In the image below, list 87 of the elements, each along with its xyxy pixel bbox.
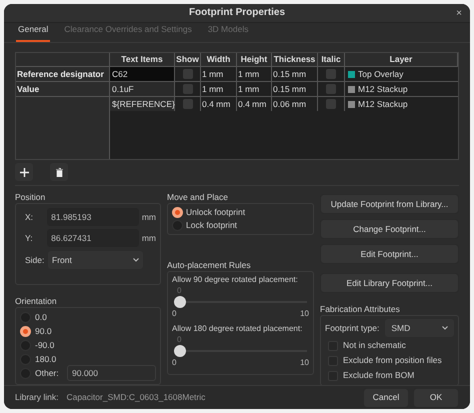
checkbox[interactable]: [326, 84, 336, 94]
table-cell: 0.4 mm: [201, 97, 237, 112]
dialog-button[interactable]: Update Footprint from Library...: [320, 194, 459, 214]
table-cell: 1 mm: [237, 67, 272, 82]
group-title: Fabrication Attributes: [320, 303, 401, 316]
checkbox[interactable]: [182, 99, 192, 110]
group-title: Move and Place: [167, 191, 229, 204]
table-cell[interactable]: C62: [110, 67, 175, 82]
column-header: Width: [201, 53, 237, 66]
tab[interactable]: General: [16, 22, 50, 42]
group-title: Orientation: [15, 295, 58, 308]
chevron-down-icon: [442, 326, 448, 330]
checkbox[interactable]: [182, 69, 192, 80]
column-header: Text Items: [110, 53, 175, 66]
row-header: Value: [16, 82, 110, 96]
window-title: Footprint Properties: [188, 6, 286, 20]
close-icon[interactable]: ×: [456, 9, 462, 19]
group-title: Position: [15, 191, 46, 204]
radio-button[interactable]: [20, 326, 31, 337]
radio-label: Lock footprint: [186, 219, 238, 232]
column-header: Show: [175, 53, 201, 66]
field-label: X:: [24, 210, 34, 224]
slider-min-label: 0: [172, 308, 176, 320]
footprint-type-dropdown[interactable]: SMD: [385, 319, 454, 338]
library-link-value: Capacitor_SMD:C_0603_1608Metric: [66, 391, 206, 404]
checkbox[interactable]: [326, 69, 336, 80]
column-header: Thickness: [272, 53, 318, 66]
table-cell: 0.15 mm: [272, 67, 318, 82]
library-link-label: Library link:: [15, 391, 58, 404]
field-label: Footprint type:: [325, 322, 380, 335]
slider-label: Allow 90 degree rotated placement:: [172, 274, 299, 286]
coordinate-field[interactable]: 86.627431: [47, 229, 139, 248]
slider-value: 0: [176, 335, 182, 346]
column-header: Italic: [318, 53, 345, 66]
table-cell[interactable]: 0.1uF: [110, 82, 175, 96]
column-header: Height: [237, 53, 272, 66]
coordinate-field[interactable]: 81.985193: [47, 208, 139, 226]
delete-button[interactable]: [50, 163, 68, 182]
radio-label: Other:: [35, 366, 60, 380]
table-cell: M12 Stackup: [358, 98, 408, 111]
plus-icon: [20, 168, 28, 177]
field-label: Y:: [24, 232, 34, 245]
table-cell: M12 Stackup: [358, 82, 408, 96]
checkbox-label: Exclude from BOM: [343, 369, 414, 382]
slider-max-label: 10: [300, 357, 309, 368]
radio-label: 180.0: [35, 352, 58, 366]
slider-track[interactable]: [174, 296, 307, 308]
trash-icon: [56, 168, 62, 177]
dialog-button[interactable]: Cancel: [363, 388, 409, 408]
checkbox-label: Exclude from position files: [343, 354, 442, 368]
dialog-button[interactable]: Edit Footprint...: [320, 244, 459, 264]
table-cell: 1 mm: [237, 82, 272, 96]
table-cell: 0.15 mm: [272, 82, 318, 96]
unit-label: mm: [142, 210, 156, 224]
slider-max-label: 10: [300, 308, 309, 320]
side-dropdown[interactable]: Front: [48, 251, 143, 270]
table-cell: 0.4 mm: [237, 97, 272, 112]
slider-track[interactable]: [174, 345, 307, 358]
table-cell: 1 mm: [201, 82, 237, 96]
slider-min-label: 0: [172, 357, 176, 368]
table-cell: 0.06 mm: [272, 97, 318, 112]
field-label: Side:: [24, 254, 46, 267]
column-header: Layer: [345, 53, 458, 66]
slider-thumb[interactable]: [174, 296, 186, 308]
radio-label: -90.0: [35, 338, 56, 352]
radio-label: 90.0: [35, 324, 53, 338]
slider-thumb[interactable]: [174, 345, 186, 358]
group-title: Auto-placement Rules: [167, 259, 252, 272]
table-cell[interactable]: ${REFERENCE}: [110, 97, 175, 112]
slider-value: 0: [176, 286, 182, 296]
unit-label: mm: [142, 232, 156, 245]
radio-button[interactable]: [172, 207, 183, 218]
chevron-down-icon: [133, 258, 139, 262]
checkbox[interactable]: [326, 99, 336, 110]
checkbox-label: Not in schematic: [343, 339, 406, 352]
angle-field[interactable]: 90.000: [67, 365, 156, 382]
checkbox[interactable]: [182, 84, 192, 94]
dialog-button[interactable]: Edit Library Footprint...: [320, 273, 459, 294]
dialog-button[interactable]: OK: [413, 388, 459, 408]
add-button[interactable]: [15, 163, 33, 182]
dialog-button[interactable]: Change Footprint...: [320, 219, 459, 240]
radio-label: Unlock footprint: [186, 206, 246, 220]
table-cell: 1 mm: [201, 67, 237, 82]
radio-label: 0.0: [35, 310, 48, 324]
table-cell: Top Overlay: [358, 68, 404, 81]
slider-label: Allow 180 degree rotated placement:: [172, 323, 304, 336]
row-header: Reference designator: [16, 67, 110, 82]
